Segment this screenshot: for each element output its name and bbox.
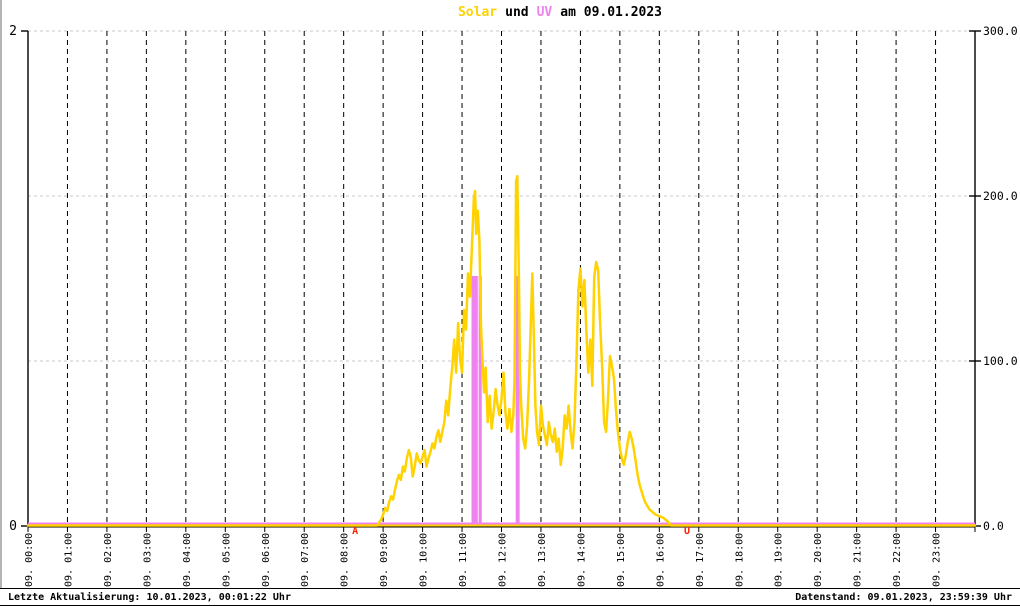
- x-axis-label: 09. 09:00: [379, 533, 390, 587]
- y-axis-right-tick-label: 100.0: [983, 354, 1018, 368]
- x-axis-label: 09. 10:00: [419, 533, 430, 587]
- x-axis-label: 09. 23:00: [932, 533, 943, 587]
- x-axis-label: 09. 13:00: [537, 533, 548, 587]
- x-axis-label: 09. 16:00: [655, 533, 666, 587]
- x-axis-label: 09. 12:00: [498, 533, 509, 587]
- x-axis-label: 09. 22:00: [892, 533, 903, 587]
- x-axis-label: 09. 06:00: [261, 533, 272, 587]
- x-axis-label: 09. 14:00: [576, 533, 587, 587]
- x-axis-label: 09. 18:00: [734, 533, 745, 587]
- footer-data-state: Datenstand: 09.01.2023, 23:59:39 Uhr: [795, 592, 1012, 603]
- sun-marker-a: A: [352, 526, 358, 537]
- x-axis-label: 09. 02:00: [103, 533, 114, 587]
- footer-last-update: Letzte Aktualisierung: 10.01.2023, 00:01…: [8, 592, 291, 603]
- x-axis-label: 09. 05:00: [221, 533, 232, 587]
- x-axis-label: 09. 04:00: [182, 533, 193, 587]
- x-axis-label: 09. 15:00: [616, 533, 627, 587]
- uv-bar: [472, 276, 478, 524]
- y-axis-left-tick-label: 0: [9, 519, 17, 534]
- x-axis-label: 09. 20:00: [813, 533, 824, 587]
- x-axis-label: 09. 03:00: [142, 533, 153, 587]
- y-axis-left-tick-label: 2: [9, 24, 17, 39]
- x-axis-label: 09. 01:00: [63, 533, 74, 587]
- x-axis-label: 09. 17:00: [695, 533, 706, 587]
- y-axis-right-tick-label: 0.0: [983, 519, 1004, 533]
- x-axis-label: 09. 08:00: [340, 533, 351, 587]
- footer-bar: Letzte Aktualisierung: 10.01.2023, 00:01…: [0, 588, 1020, 606]
- x-axis-label: 09. 19:00: [774, 533, 785, 587]
- x-axis-label: 09. 00:00: [24, 533, 35, 587]
- x-axis-label: 09. 21:00: [853, 533, 864, 587]
- chart-canvas: 2 0 300.0 200.0 100.0 0.0 A U 09. 00:00 09. 01:00…: [0, 0, 1020, 588]
- x-axis-label: 09. 07:00: [300, 533, 311, 587]
- x-axis-label: 09. 11:00: [458, 533, 469, 587]
- weather-chart-page: SolarundUVam 09.01.2023 20300.0200.0100.…: [0, 0, 1020, 606]
- y-axis-right-tick-label: 200.0: [983, 189, 1018, 203]
- y-axis-right-tick-label: 300.0: [983, 24, 1018, 38]
- sun-marker-u: U: [684, 526, 690, 537]
